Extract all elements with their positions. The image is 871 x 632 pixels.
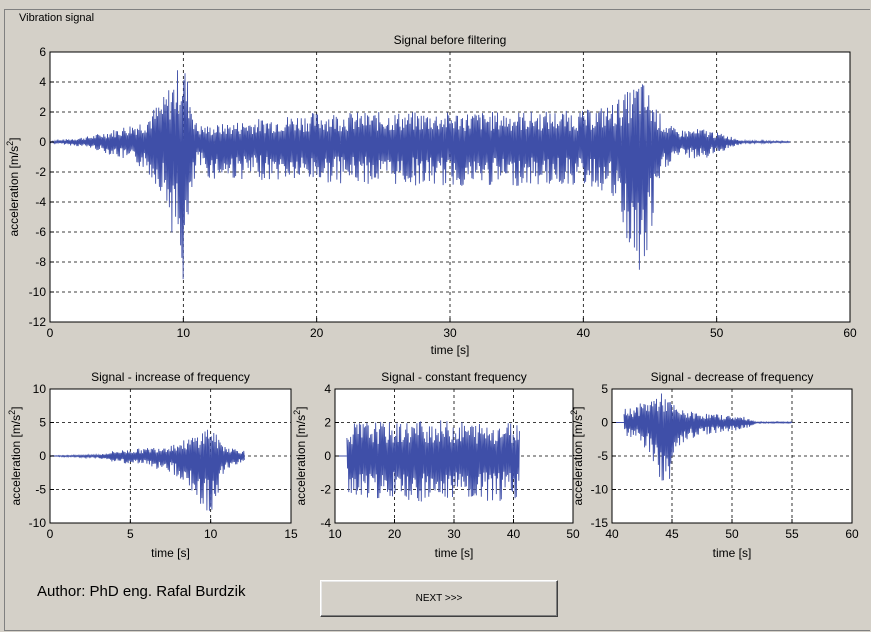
x-tick-label-main: 30	[443, 326, 457, 340]
next-button[interactable]: NEXT >>>	[320, 580, 558, 617]
y-tick-label-constant: -2	[320, 483, 331, 497]
x-tick-label-main: 60	[843, 326, 857, 340]
x-tick-label-main: 50	[710, 326, 724, 340]
y-tick-label-main: -6	[35, 225, 46, 239]
y-tick-label-main: -12	[29, 315, 47, 329]
y-tick-label-main: -4	[35, 195, 46, 209]
y-tick-label-main: -8	[35, 255, 46, 269]
author-label: Author: PhD eng. Rafal Burdzik	[37, 583, 246, 600]
y-tick-label-decrease: -15	[591, 516, 609, 530]
x-axis-label-main: time [s]	[431, 343, 470, 357]
y-tick-label-decrease: -5	[597, 449, 608, 463]
x-tick-label-main: 20	[310, 326, 324, 340]
x-tick-label-main: 40	[577, 326, 591, 340]
y-tick-label-increase: 5	[39, 416, 46, 430]
x-axis-label-decrease: time [s]	[713, 546, 752, 560]
x-tick-label-decrease: 50	[725, 527, 739, 541]
y-axis-label-decrease: acceleration [m/s2]	[569, 406, 585, 505]
x-axis-label-increase: time [s]	[151, 546, 190, 560]
x-tick-label-increase: 5	[127, 527, 134, 541]
y-tick-label-increase: 10	[33, 382, 47, 396]
y-tick-label-increase: -10	[29, 516, 47, 530]
chart-title-increase: Signal - increase of frequency	[91, 370, 250, 384]
y-axis-label-increase: acceleration [m/s2]	[7, 406, 23, 505]
y-tick-label-increase: 0	[39, 449, 46, 463]
y-tick-label-main: 2	[39, 105, 46, 119]
y-tick-label-main: -2	[35, 165, 46, 179]
chart-title-constant: Signal - constant frequency	[381, 370, 526, 384]
y-tick-label-decrease: 5	[601, 382, 608, 396]
y-tick-label-constant: -4	[320, 516, 331, 530]
y-tick-label-decrease: 0	[601, 416, 608, 430]
x-tick-label-constant: 40	[507, 527, 521, 541]
chart-title-main: Signal before filtering	[394, 33, 507, 47]
x-tick-label-decrease: 60	[845, 527, 859, 541]
y-axis-label-main: acceleration [m/s2]	[5, 137, 21, 236]
y-tick-label-main: 0	[39, 135, 46, 149]
y-tick-label-main: 4	[39, 75, 46, 89]
y-tick-label-constant: 0	[324, 449, 331, 463]
x-tick-label-main: 0	[47, 326, 54, 340]
x-tick-label-constant: 30	[447, 527, 461, 541]
x-tick-label-main: 10	[177, 326, 191, 340]
x-tick-label-increase: 15	[284, 527, 298, 541]
y-tick-label-constant: 2	[324, 416, 331, 430]
y-axis-label-constant: acceleration [m/s2]	[292, 406, 308, 505]
y-tick-label-constant: 4	[324, 382, 331, 396]
y-tick-label-main: -10	[29, 285, 47, 299]
x-tick-label-increase: 0	[47, 527, 54, 541]
x-axis-label-constant: time [s]	[435, 546, 474, 560]
x-tick-label-decrease: 55	[785, 527, 799, 541]
charts-canvas: 0 10 20 30 40 50 60-12-10-8-6-4-20246Signal be…	[5, 33, 859, 560]
chart-title-decrease: Signal - decrease of frequency	[651, 370, 814, 384]
y-tick-label-increase: -5	[35, 483, 46, 497]
x-tick-label-constant: 50	[566, 527, 580, 541]
y-tick-label-decrease: -10	[591, 483, 609, 497]
x-tick-label-constant: 20	[388, 527, 402, 541]
x-tick-label-increase: 10	[204, 527, 218, 541]
x-tick-label-decrease: 45	[665, 527, 679, 541]
y-tick-label-main: 6	[39, 45, 46, 59]
